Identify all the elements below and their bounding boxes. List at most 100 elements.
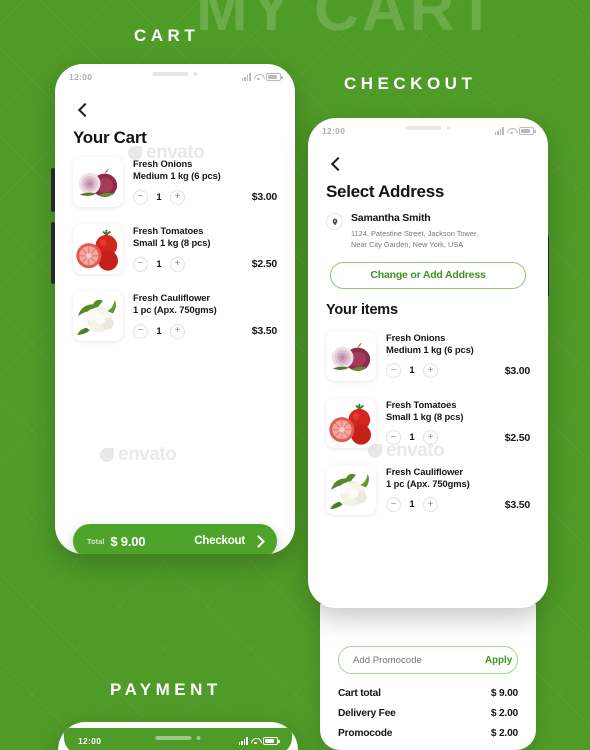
product-price: $3.50 <box>504 498 530 511</box>
phone-payment-screen: 12:00 <box>58 722 298 750</box>
quantity-value: 1 <box>156 325 162 337</box>
product-variant: 1 pc (Apx. 750gms) <box>386 477 470 489</box>
status-bar-indicators <box>241 73 283 81</box>
product-details: Fresh Tomatoes Small 1 kg (8 pcs) − 1 + … <box>386 398 530 448</box>
checkout-bar[interactable]: Total $ 9.00 Checkout <box>73 524 277 554</box>
page-title: Your Cart <box>73 128 147 147</box>
chevron-right-icon <box>252 534 265 548</box>
decrease-quantity-button[interactable]: − <box>133 189 148 205</box>
product-details: Fresh Tomatoes Small 1 kg (8 pcs) − 1 + … <box>133 224 277 274</box>
section-caption-cart: CART <box>134 26 200 45</box>
total-row: Cart total $ 9.00 <box>338 688 518 699</box>
product-price: $3.50 <box>251 325 277 338</box>
quantity-stepper: − 1 + $2.50 <box>133 256 277 272</box>
product-variant: Medium 1 kg (6 pcs) <box>386 343 474 355</box>
increase-quantity-button[interactable]: + <box>170 256 185 272</box>
address-name: Samantha Smith <box>351 212 431 224</box>
promocode-input[interactable] <box>353 654 485 666</box>
quantity-value: 1 <box>156 191 162 203</box>
status-bar: 12:00 <box>64 728 292 750</box>
decrease-quantity-button[interactable]: − <box>386 497 401 513</box>
product-name: Fresh Tomatoes <box>386 398 457 410</box>
hero-watermark-title: MY CART <box>196 0 499 44</box>
total-row-value: $ 9.00 <box>490 688 518 699</box>
quantity-value: 1 <box>409 499 415 511</box>
quantity-stepper: − 1 + $3.00 <box>133 189 277 205</box>
cart-item-row: Fresh Onions Medium 1 kg (6 pcs) − 1 + $… <box>73 148 277 215</box>
total-row-label: Cart total <box>338 688 381 699</box>
section-caption-payment: PAYMENT <box>110 680 222 699</box>
address-text-block: Samantha Smith 1124, Patestine Street, J… <box>351 212 478 251</box>
decrease-quantity-button[interactable]: − <box>386 430 401 446</box>
decrease-quantity-button[interactable]: − <box>386 363 401 379</box>
product-name: Fresh Cauliflower <box>133 292 210 303</box>
product-image-cauliflower <box>73 291 123 341</box>
cart-item-row: Fresh Onions Medium 1 kg (6 pcs) − 1 + $… <box>326 322 530 389</box>
checkout-screen-body: Select Address Samantha Smith 1124, Pate… <box>308 144 548 608</box>
address-line-2: Near City Garden, New York, USA <box>351 240 464 250</box>
product-image-onion <box>73 157 123 207</box>
quantity-value: 1 <box>409 365 415 377</box>
phone-cart-screen: 12:00 Your Cart Fresh Onions Medium 1 kg… <box>55 64 295 554</box>
increase-quantity-button[interactable]: + <box>423 363 438 379</box>
checkout-summary-panel: Apply Cart total $ 9.00 Delivery Fee $ 2.… <box>320 604 536 750</box>
order-totals-list: Cart total $ 9.00 Delivery Fee $ 2.00 Prom… <box>320 688 536 739</box>
quantity-stepper: − 1 + $3.50 <box>386 497 530 513</box>
quantity-stepper: − 1 + $3.50 <box>133 323 277 339</box>
total-row-value: $ 2.00 <box>490 708 518 719</box>
total-row: Delivery Fee $ 2.00 <box>338 708 518 719</box>
selected-address[interactable]: Samantha Smith 1124, Patestine Street, J… <box>326 212 530 251</box>
total-value: $ 9.00 <box>110 533 146 549</box>
product-image-tomato <box>73 224 123 274</box>
status-bar: 12:00 <box>308 118 548 144</box>
status-bar: 12:00 <box>55 64 295 90</box>
apply-promocode-button[interactable]: Apply <box>485 655 512 666</box>
promocode-field[interactable]: Apply <box>338 646 518 674</box>
quantity-value: 1 <box>409 432 415 444</box>
product-price: $2.50 <box>504 431 530 444</box>
product-variant: Medium 1 kg (6 pcs) <box>133 170 221 182</box>
cart-items-list: Fresh Onions Medium 1 kg (6 pcs) − 1 + $… <box>73 148 277 349</box>
total-label: Total <box>87 536 105 546</box>
decrease-quantity-button[interactable]: − <box>133 256 148 272</box>
back-button[interactable] <box>73 100 93 120</box>
address-line-1: 1124, Patestine Street, Jackson Tower, <box>351 229 479 238</box>
product-details: Fresh Cauliflower 1 pc (Apx. 750gms) − 1… <box>133 291 277 341</box>
wifi-icon <box>507 127 516 135</box>
product-variant: Small 1 kg (8 pcs) <box>133 237 211 249</box>
checkout-button-label: Checkout <box>194 535 245 547</box>
status-bar-indicators <box>238 737 280 745</box>
cart-item-row: Fresh Tomatoes Small 1 kg (8 pcs) − 1 + … <box>73 215 277 282</box>
phone-checkout-screen: 12:00 Select Address Samantha Smith 1124… <box>308 118 548 608</box>
cart-item-row: Fresh Cauliflower 1 pc (Apx. 750gms) − 1… <box>326 456 530 523</box>
battery-icon <box>519 127 536 135</box>
notch-area <box>155 736 201 740</box>
location-pin-icon <box>326 213 343 230</box>
status-bar-indicators <box>494 127 536 135</box>
increase-quantity-button[interactable]: + <box>423 430 438 446</box>
battery-icon <box>266 73 283 81</box>
status-bar-time: 12:00 <box>322 126 346 136</box>
page-title: Select Address <box>326 182 445 201</box>
product-price: $2.50 <box>251 258 277 271</box>
change-or-add-address-button[interactable]: Change or Add Address <box>330 261 526 289</box>
product-details: Fresh Cauliflower 1 pc (Apx. 750gms) − 1… <box>386 465 530 515</box>
promocode-section: Apply <box>320 646 536 674</box>
notch-area <box>152 72 198 76</box>
increase-quantity-button[interactable]: + <box>170 189 185 205</box>
increase-quantity-button[interactable]: + <box>423 497 438 513</box>
product-name: Fresh Onions <box>386 331 446 343</box>
wifi-icon <box>251 737 260 745</box>
checkout-items-list: Fresh Onions Medium 1 kg (6 pcs) − 1 + $… <box>326 322 530 523</box>
cellular-signal-icon <box>238 737 248 745</box>
increase-quantity-button[interactable]: + <box>170 323 185 339</box>
cellular-signal-icon <box>241 73 251 81</box>
quantity-value: 1 <box>156 258 162 270</box>
back-button[interactable] <box>326 154 346 174</box>
status-bar-time: 12:00 <box>69 72 93 82</box>
section-caption-checkout: CHECKOUT <box>344 74 477 93</box>
decrease-quantity-button[interactable]: − <box>133 323 148 339</box>
product-name: Fresh Tomatoes <box>133 225 204 236</box>
product-price: $3.00 <box>504 364 530 377</box>
product-variant: 1 pc (Apx. 750gms) <box>133 304 217 316</box>
